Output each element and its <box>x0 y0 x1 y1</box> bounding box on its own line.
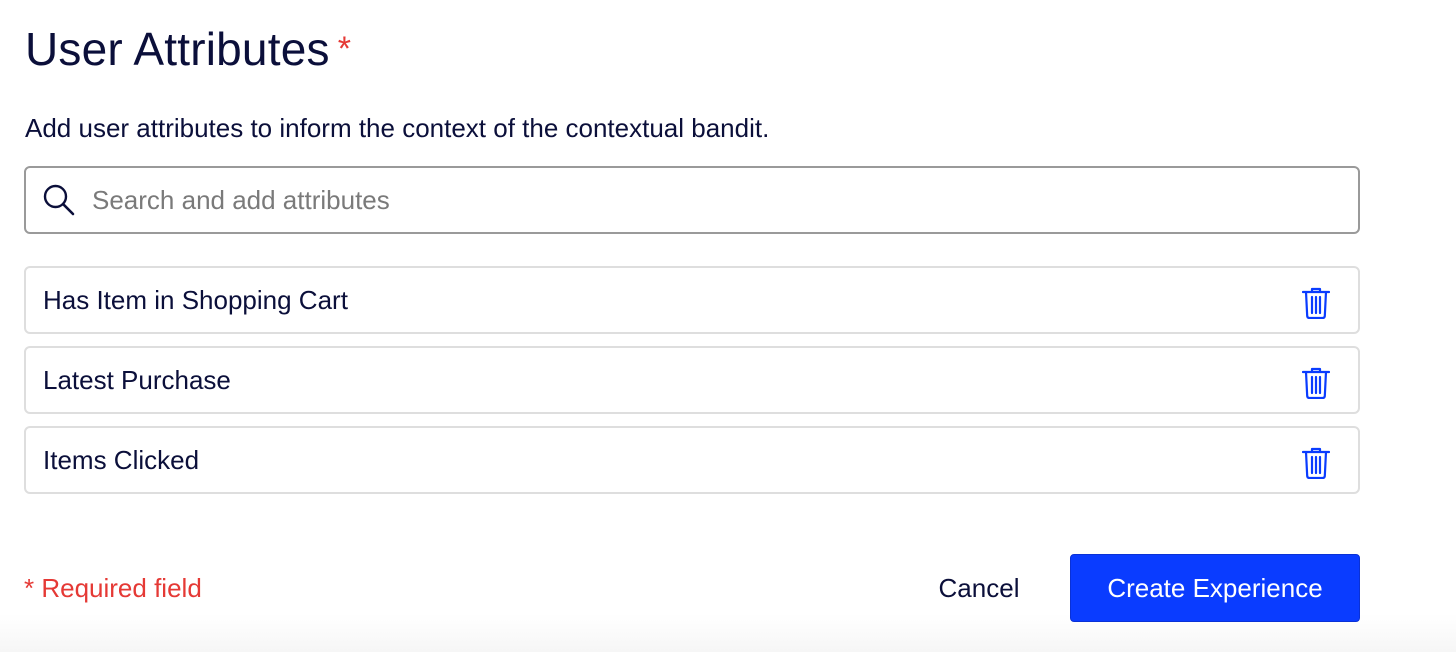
search-box[interactable] <box>24 166 1360 234</box>
search-input[interactable] <box>92 180 1292 220</box>
required-star: * <box>337 30 351 68</box>
cancel-button[interactable]: Cancel <box>920 556 1038 620</box>
section-header: User Attributes * <box>25 22 351 76</box>
attribute-label: Has Item in Shopping Cart <box>43 285 348 315</box>
trash-icon <box>1302 287 1330 319</box>
attribute-label: Items Clicked <box>43 445 200 475</box>
create-experience-button[interactable]: Create Experience <box>1070 554 1360 622</box>
attribute-item: Has Item in Shopping Cart <box>24 266 1360 334</box>
section-title: User Attributes <box>25 23 330 75</box>
attribute-item: Latest Purchase <box>24 346 1360 414</box>
attribute-list: Has Item in Shopping Cart Latest Purchas… <box>24 266 1360 506</box>
trash-icon <box>1302 447 1330 479</box>
attribute-label: Latest Purchase <box>43 365 231 395</box>
required-field-note: * Required field <box>24 573 202 603</box>
delete-attribute-button[interactable] <box>1300 446 1332 480</box>
attribute-item: Items Clicked <box>24 426 1360 494</box>
delete-attribute-button[interactable] <box>1300 366 1332 400</box>
section-description: Add user attributes to inform the contex… <box>25 113 770 143</box>
search-icon <box>42 183 76 217</box>
delete-attribute-button[interactable] <box>1300 286 1332 320</box>
trash-icon <box>1302 367 1330 399</box>
user-attributes-panel: User Attributes * Add user attributes to… <box>0 0 1456 652</box>
